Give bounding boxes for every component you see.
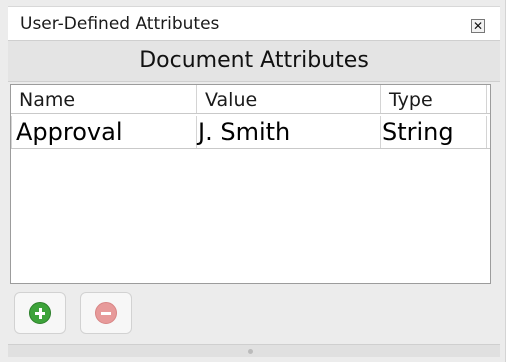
close-icon: ✕ bbox=[472, 19, 484, 33]
cell-name[interactable]: Approval bbox=[11, 116, 197, 148]
attributes-dialog: User-Defined Attributes ✕ Document Attri… bbox=[0, 0, 506, 362]
table-header: Name Value Type bbox=[11, 85, 490, 114]
column-header-value[interactable]: Value bbox=[197, 85, 381, 113]
resize-bar[interactable] bbox=[8, 344, 500, 357]
resize-grip-icon[interactable] bbox=[248, 349, 253, 354]
section-header: Document Attributes bbox=[8, 40, 500, 82]
table-row[interactable]: Approval J. Smith String bbox=[11, 116, 490, 149]
remove-circle-icon bbox=[95, 302, 117, 324]
remove-attribute-button[interactable] bbox=[80, 292, 132, 334]
window-title: User-Defined Attributes bbox=[20, 14, 220, 34]
attributes-table: Name Value Type Approval J. Smith String bbox=[10, 84, 491, 284]
cell-value[interactable]: J. Smith bbox=[197, 116, 381, 148]
column-header-name[interactable]: Name bbox=[11, 85, 197, 113]
add-attribute-button[interactable] bbox=[14, 292, 66, 334]
add-circle-icon bbox=[29, 302, 51, 324]
section-title: Document Attributes bbox=[139, 48, 369, 73]
title-bar: User-Defined Attributes ✕ bbox=[8, 6, 500, 41]
column-header-type[interactable]: Type bbox=[381, 85, 487, 113]
cell-type[interactable]: String bbox=[381, 116, 487, 148]
close-button[interactable]: ✕ bbox=[471, 19, 485, 33]
